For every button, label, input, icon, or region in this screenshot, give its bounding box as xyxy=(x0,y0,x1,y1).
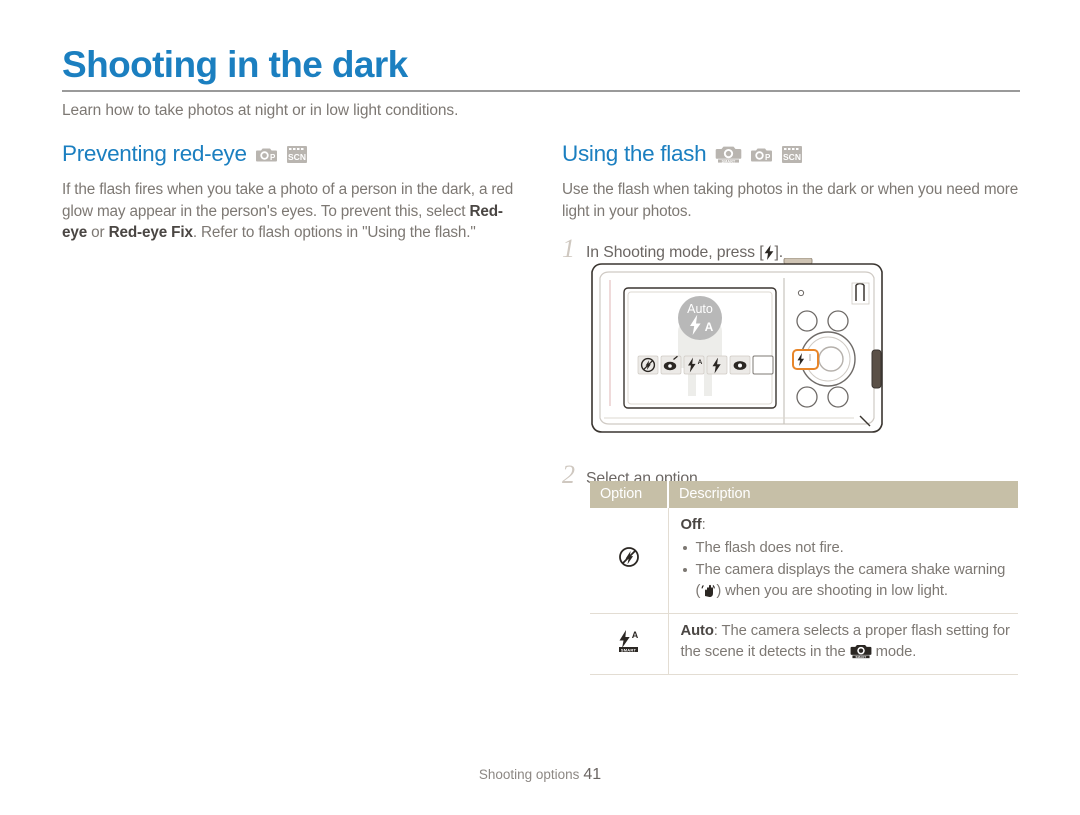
table-row-off: Off: The flash does not fire. The camera… xyxy=(590,508,1018,614)
para-part-0: If the flash fires when you take a photo… xyxy=(62,181,514,220)
flash-options-table: Option Description Off: The flash does n… xyxy=(590,481,1018,675)
flash-off-icon xyxy=(590,508,669,614)
row-off-label-line: Off: xyxy=(681,515,1011,536)
section-heading-using-the-flash: Using the flash SMART P SCN xyxy=(562,140,1020,168)
para-part-2: or xyxy=(87,224,109,241)
row-off-label-suffix: : xyxy=(701,517,706,533)
right-paragraph: Use the flash when taking photos in the … xyxy=(562,181,1019,220)
svg-text:SCN: SCN xyxy=(783,152,801,162)
svg-text:SMART: SMART xyxy=(621,647,637,652)
left-column: Preventing red-eye P SCN If the flash fi… xyxy=(62,140,517,244)
svg-text:Auto: Auto xyxy=(687,302,713,316)
svg-text:P: P xyxy=(765,153,771,162)
svg-text:P: P xyxy=(270,153,276,162)
step-1-number: 1 xyxy=(562,234,575,263)
title-divider xyxy=(62,90,1020,92)
svg-text:SMART: SMART xyxy=(722,159,736,163)
screen-auto-badge: Auto A xyxy=(678,296,722,340)
page-title: Shooting in the dark xyxy=(62,44,408,85)
section-heading-preventing-red-eye: Preventing red-eye P SCN xyxy=(62,140,517,168)
camera-illustration: Auto A A xyxy=(588,257,886,440)
page-subtitle: Learn how to take photos at night or in … xyxy=(62,102,459,119)
program-mode-icon: P xyxy=(751,146,773,163)
para-part-4: . Refer to flash options in "Using the f… xyxy=(192,224,476,241)
row-off-label: Off xyxy=(680,517,702,533)
section-title-left: Preventing red-eye xyxy=(62,141,247,166)
svg-text:SCN: SCN xyxy=(288,152,306,162)
right-column: Using the flash SMART P SCN Use the flas… xyxy=(562,140,1020,267)
section-title-right: Using the flash xyxy=(562,141,707,166)
smart-auto-mode-icon: SMART xyxy=(715,145,742,163)
step-2-number: 2 xyxy=(562,460,575,489)
row-off-description: Off: The flash does not fire. The camera… xyxy=(668,508,1018,614)
table-header-row: Option Description xyxy=(590,481,1018,508)
para-part-3: Red-eye Fix xyxy=(108,224,193,241)
svg-text:A: A xyxy=(632,630,639,640)
row-off-bullet-1-text: The flash does not fire. xyxy=(695,539,844,556)
program-mode-icon: P xyxy=(255,146,278,163)
manual-page: Shooting in the dark Learn how to take p… xyxy=(0,0,1080,815)
smart-auto-mode-icon: SMART xyxy=(850,643,872,666)
row-auto-desc-after: mode. xyxy=(871,643,917,660)
page-footer: Shooting options 41 xyxy=(0,766,1080,784)
footer-label: Shooting options xyxy=(478,767,580,782)
flash-auto-icon: A SMART xyxy=(590,613,669,675)
flash-button-highlight xyxy=(792,349,819,370)
scene-mode-icon: SCN xyxy=(286,145,307,163)
footer-page-number: 41 xyxy=(583,766,602,783)
left-paragraph: If the flash fires when you take a photo… xyxy=(62,179,517,244)
camera-shake-icon xyxy=(700,582,716,605)
svg-text:A: A xyxy=(698,359,703,366)
svg-text:SMART: SMART xyxy=(855,654,866,658)
column-header-option: Option xyxy=(590,481,669,508)
scene-mode-icon: SCN xyxy=(782,145,803,163)
page-header: Shooting in the dark Learn how to take p… xyxy=(62,44,1020,121)
column-header-description: Description xyxy=(668,481,1018,508)
svg-text:A: A xyxy=(705,320,714,334)
table-row-auto: A SMART Auto: The camera selects a prope… xyxy=(590,613,1018,675)
row-auto-desc-before: The camera selects a proper flash settin… xyxy=(680,623,1010,660)
row-off-bullet-1: The flash does not fire. xyxy=(681,538,1011,559)
row-off-bullet-2-after: ) when you are shooting in low light. xyxy=(716,582,948,599)
row-auto-description: Auto: The camera selects a proper flash … xyxy=(668,613,1018,675)
row-off-bullet-2: The camera displays the camera shake war… xyxy=(681,560,1011,604)
row-auto-label: Auto xyxy=(680,623,714,639)
